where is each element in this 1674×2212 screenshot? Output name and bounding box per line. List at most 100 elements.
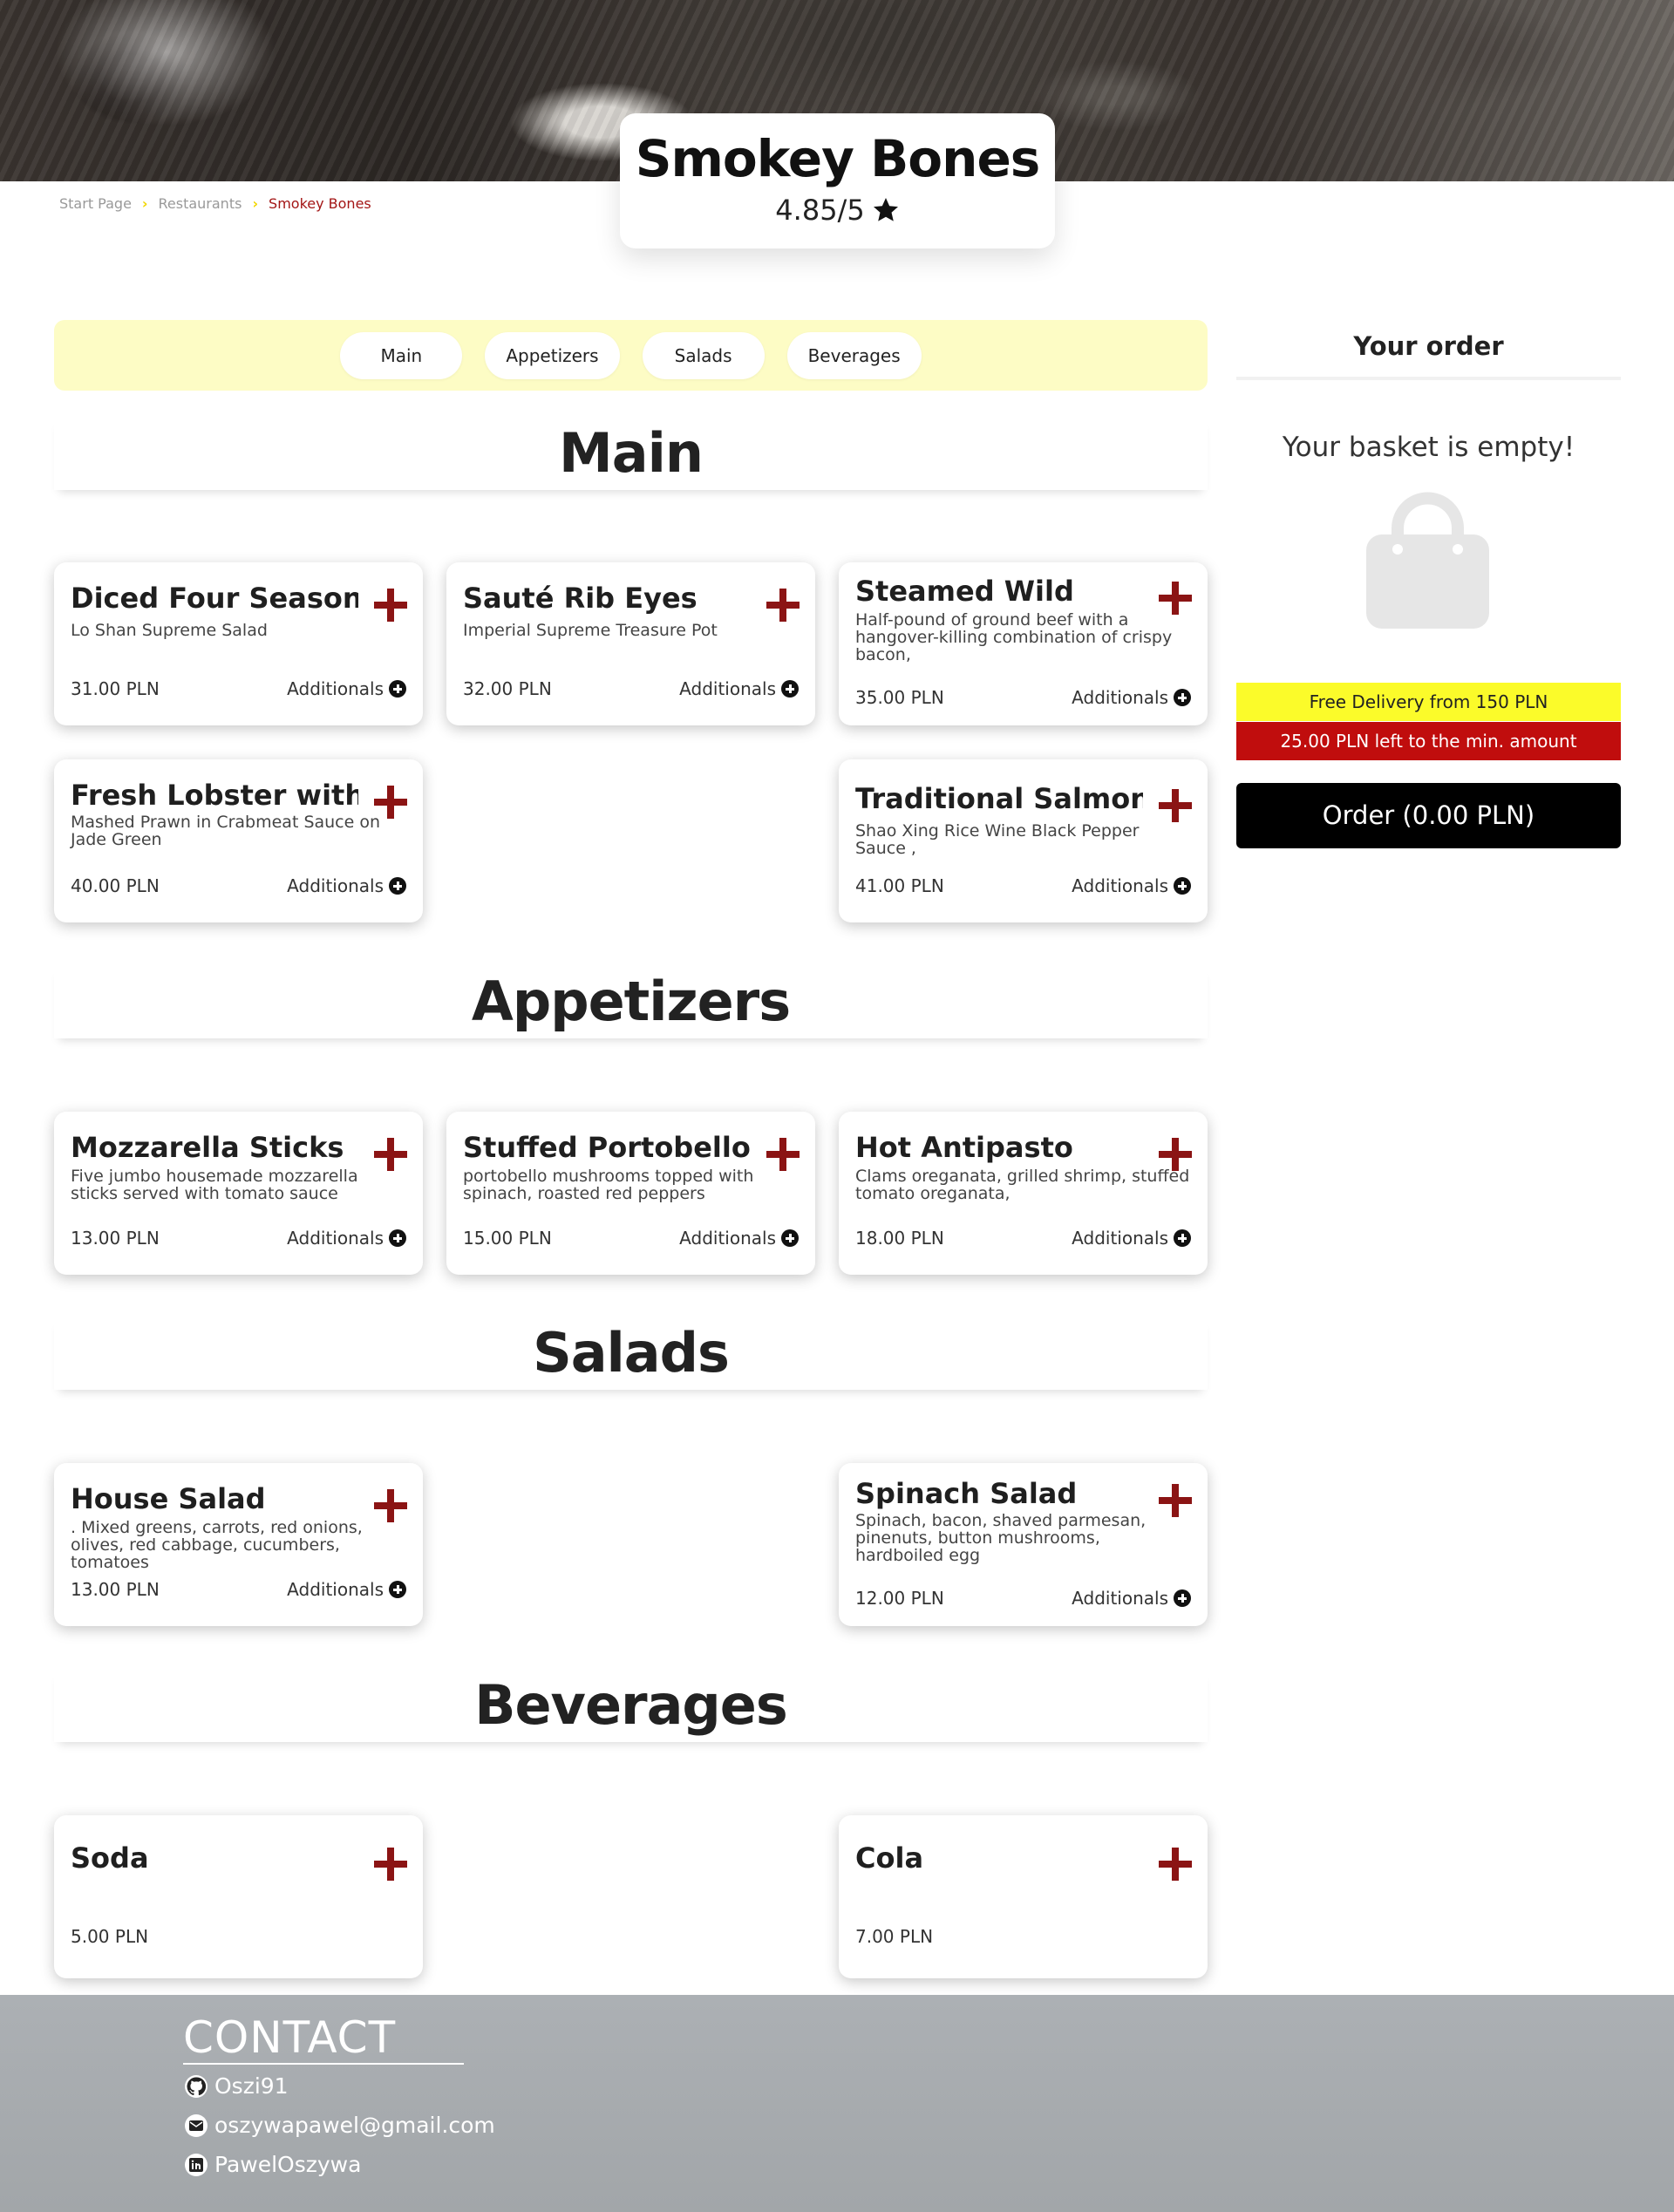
add-to-cart-plus-icon[interactable] bbox=[374, 786, 407, 819]
add-to-cart-plus-icon[interactable] bbox=[1159, 789, 1192, 822]
add-to-cart-plus-icon[interactable] bbox=[766, 1138, 800, 1171]
menu-item-name: House Salad bbox=[71, 1482, 266, 1515]
menu-item-card[interactable]: Cola 7.00 PLN bbox=[839, 1815, 1208, 1978]
section-title-appetizers: Appetizers bbox=[54, 965, 1208, 1038]
additionals-label: Additionals bbox=[287, 875, 384, 896]
menu-item-name: Soda bbox=[71, 1841, 149, 1875]
breadcrumb-current: Smokey Bones bbox=[269, 195, 371, 212]
add-to-cart-plus-icon[interactable] bbox=[1159, 1484, 1192, 1517]
menu-item-price: 35.00 PLN bbox=[855, 687, 944, 708]
additionals-label: Additionals bbox=[679, 1228, 776, 1249]
shopping-bag-icon bbox=[1366, 492, 1489, 629]
menu-item-name: Spinach Salad bbox=[855, 1477, 1078, 1510]
menu-item-card[interactable]: Steamed Wild Half-pound of ground beef w… bbox=[839, 562, 1208, 725]
additionals-button[interactable]: Additionals bbox=[287, 875, 406, 896]
add-to-cart-plus-icon[interactable] bbox=[1159, 1848, 1192, 1881]
menu-item-card[interactable]: Stuffed Portobello portobello mushrooms … bbox=[446, 1112, 815, 1275]
plus-circle-icon bbox=[389, 877, 406, 895]
tab-salads[interactable]: Salads bbox=[642, 331, 765, 379]
tab-main[interactable]: Main bbox=[340, 331, 463, 379]
order-title: Your order bbox=[1353, 331, 1504, 361]
breadcrumb-restaurants[interactable]: Restaurants bbox=[159, 195, 242, 212]
menu-item-card[interactable]: Diced Four Season Lo Shan Supreme Salad … bbox=[54, 562, 423, 725]
restaurant-title-card: Smokey Bones 4.85/5 bbox=[620, 113, 1055, 248]
menu-item-name: Traditional Salmon bbox=[855, 782, 1143, 815]
plus-circle-icon bbox=[389, 1581, 406, 1598]
menu-item-price: 7.00 PLN bbox=[855, 1926, 934, 1947]
plus-circle-icon bbox=[1174, 689, 1191, 706]
restaurant-name: Smokey Bones bbox=[635, 129, 1041, 188]
tab-appetizers[interactable]: Appetizers bbox=[485, 331, 620, 379]
menu-item-card[interactable]: Sauté Rib Eyes Imperial Supreme Treasure… bbox=[446, 562, 815, 725]
menu-item-desc: . Mixed greens, carrots, red onions, oli… bbox=[71, 1518, 363, 1572]
add-to-cart-plus-icon[interactable] bbox=[374, 1489, 407, 1522]
github-icon bbox=[185, 2074, 208, 2098]
restaurant-rating: 4.85/5 bbox=[775, 194, 899, 227]
menu-item-card[interactable]: Fresh Lobster with Mashed Prawn in Crabm… bbox=[54, 759, 423, 922]
additionals-label: Additionals bbox=[1072, 875, 1168, 896]
menu-item-card[interactable]: Traditional Salmon Shao Xing Rice Wine B… bbox=[839, 759, 1208, 922]
github-username: Oszi91 bbox=[214, 2073, 289, 2099]
additionals-button[interactable]: Additionals bbox=[1072, 687, 1191, 708]
email-address: oszywapawel@gmail.com bbox=[214, 2113, 495, 2138]
breadcrumb-start-page[interactable]: Start Page bbox=[59, 195, 132, 212]
menu-item-name: Fresh Lobster with bbox=[71, 779, 358, 812]
additionals-label: Additionals bbox=[1072, 1228, 1168, 1249]
additionals-label: Additionals bbox=[287, 1228, 384, 1249]
menu-item-price: 41.00 PLN bbox=[855, 875, 944, 896]
menu-item-name: Hot Antipasto bbox=[855, 1131, 1073, 1164]
tab-beverages[interactable]: Beverages bbox=[786, 331, 922, 379]
additionals-button[interactable]: Additionals bbox=[287, 1228, 406, 1249]
min-amount-banner: 25.00 PLN left to the min. amount bbox=[1236, 722, 1621, 760]
section-title-salads: Salads bbox=[54, 1317, 1208, 1390]
linkedin-username: PawelOszywa bbox=[214, 2152, 362, 2177]
basket-empty-text: Your basket is empty! bbox=[1282, 432, 1575, 463]
add-to-cart-plus-icon[interactable] bbox=[1159, 582, 1192, 615]
additionals-button[interactable]: Additionals bbox=[287, 1579, 406, 1600]
contact-title: CONTACT bbox=[183, 2012, 464, 2065]
plus-circle-icon bbox=[389, 680, 406, 698]
linkedin-link[interactable]: PawelOszywa bbox=[185, 2152, 361, 2177]
menu-item-card[interactable]: Mozzarella Sticks Five jumbo housemade m… bbox=[54, 1112, 423, 1275]
add-to-cart-plus-icon[interactable] bbox=[374, 1138, 407, 1171]
category-tabs: Main Appetizers Salads Beverages bbox=[54, 320, 1208, 391]
plus-circle-icon bbox=[1174, 877, 1191, 895]
menu-item-desc: portobello mushrooms topped with spinach… bbox=[463, 1167, 754, 1203]
add-to-cart-plus-icon[interactable] bbox=[374, 589, 407, 622]
menu-item-card[interactable]: Spinach Salad Spinach, bacon, shaved par… bbox=[839, 1463, 1208, 1626]
divider bbox=[1236, 377, 1621, 380]
plus-circle-icon bbox=[781, 680, 799, 698]
rating-value: 4.85/5 bbox=[775, 194, 865, 227]
free-delivery-banner: Free Delivery from 150 PLN bbox=[1236, 683, 1621, 721]
additionals-button[interactable]: Additionals bbox=[679, 678, 799, 699]
order-button[interactable]: Order (0.00 PLN) bbox=[1236, 783, 1621, 848]
add-to-cart-plus-icon[interactable] bbox=[1159, 1138, 1192, 1171]
menu-item-price: 12.00 PLN bbox=[855, 1588, 944, 1609]
menu-item-desc: Lo Shan Supreme Salad bbox=[71, 621, 268, 640]
section-title-beverages: Beverages bbox=[54, 1669, 1208, 1742]
menu-item-price: 5.00 PLN bbox=[71, 1926, 149, 1947]
menu-item-price: 18.00 PLN bbox=[855, 1228, 944, 1249]
additionals-button[interactable]: Additionals bbox=[287, 678, 406, 699]
plus-circle-icon bbox=[1174, 1589, 1191, 1607]
envelope-icon bbox=[185, 2113, 208, 2137]
chevron-right-icon: › bbox=[252, 195, 259, 212]
additionals-button[interactable]: Additionals bbox=[679, 1228, 799, 1249]
email-link[interactable]: oszywapawel@gmail.com bbox=[185, 2113, 495, 2138]
add-to-cart-plus-icon[interactable] bbox=[374, 1848, 407, 1881]
additionals-button[interactable]: Additionals bbox=[1072, 875, 1191, 896]
menu-item-desc: Imperial Supreme Treasure Pot bbox=[463, 621, 718, 640]
menu-item-card[interactable]: House Salad . Mixed greens, carrots, red… bbox=[54, 1463, 423, 1626]
menu-item-price: 13.00 PLN bbox=[71, 1228, 160, 1249]
github-link[interactable]: Oszi91 bbox=[185, 2073, 289, 2099]
menu-item-desc: Shao Xing Rice Wine Black Pepper Sauce , bbox=[855, 821, 1140, 858]
additionals-button[interactable]: Additionals bbox=[1072, 1588, 1191, 1609]
additionals-button[interactable]: Additionals bbox=[1072, 1228, 1191, 1249]
menu-item-card[interactable]: Hot Antipasto Clams oreganata, grilled s… bbox=[839, 1112, 1208, 1275]
menu-item-price: 40.00 PLN bbox=[71, 875, 160, 896]
menu-item-name: Steamed Wild bbox=[855, 575, 1074, 608]
additionals-label: Additionals bbox=[679, 678, 776, 699]
menu-item-card[interactable]: Soda 5.00 PLN bbox=[54, 1815, 423, 1978]
menu-item-price: 13.00 PLN bbox=[71, 1579, 160, 1600]
add-to-cart-plus-icon[interactable] bbox=[766, 589, 800, 622]
